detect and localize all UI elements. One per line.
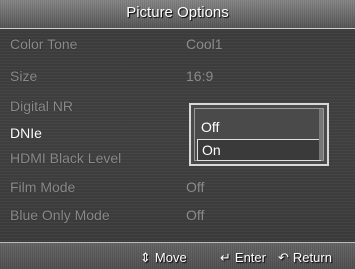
menu-item-label: DNIe <box>10 125 42 141</box>
menu-item-film-mode[interactable]: Film Mode Off <box>0 177 355 199</box>
menu-item-size[interactable]: Size 16:9 <box>0 66 355 88</box>
option-label: Off <box>201 119 220 135</box>
menu-item-label: Digital NR <box>10 98 74 114</box>
popup-inner: Off On <box>194 108 324 161</box>
return-icon: ↶ <box>278 251 289 266</box>
menu-item-label: Film Mode <box>10 179 76 195</box>
enter-hint: ↵ Enter <box>220 250 266 266</box>
option-label: On <box>202 142 221 158</box>
menu-item-label: Size <box>10 68 38 84</box>
return-label: Return <box>292 250 332 265</box>
move-hint: ⇕ Move <box>140 250 187 266</box>
move-label: Move <box>154 250 187 265</box>
menu-item-label: HDMI Black Level <box>10 150 122 166</box>
option-off[interactable]: Off <box>197 117 319 137</box>
option-on[interactable]: On <box>197 139 321 161</box>
enter-label: Enter <box>234 250 266 265</box>
menu-item-value: Off <box>186 207 205 223</box>
help-bar: ⇕ Move ↵ Enter ↶ Return <box>0 242 355 269</box>
return-hint: ↶ Return <box>278 250 332 266</box>
page-title: Picture Options <box>126 4 229 21</box>
title-bar: Picture Options <box>0 0 355 29</box>
menu-item-color-tone[interactable]: Color Tone Cool1 <box>0 34 355 56</box>
menu-item-label: Blue Only Mode <box>10 207 110 223</box>
menu-item-value: Cool1 <box>186 36 223 52</box>
updown-arrows-icon: ⇕ <box>140 251 151 266</box>
enter-icon: ↵ <box>220 251 231 266</box>
menu-item-value: Off <box>186 179 205 195</box>
menu-item-value: 16:9 <box>186 68 214 84</box>
menu-item-blue-only-mode[interactable]: Blue Only Mode Off <box>0 205 355 227</box>
picture-options-osd: Picture Options Color Tone Cool1 Size 16… <box>0 0 355 269</box>
dnie-options-popup: Off On <box>189 103 329 166</box>
popup-scrollbar <box>319 109 323 160</box>
menu-item-label: Color Tone <box>10 36 78 52</box>
